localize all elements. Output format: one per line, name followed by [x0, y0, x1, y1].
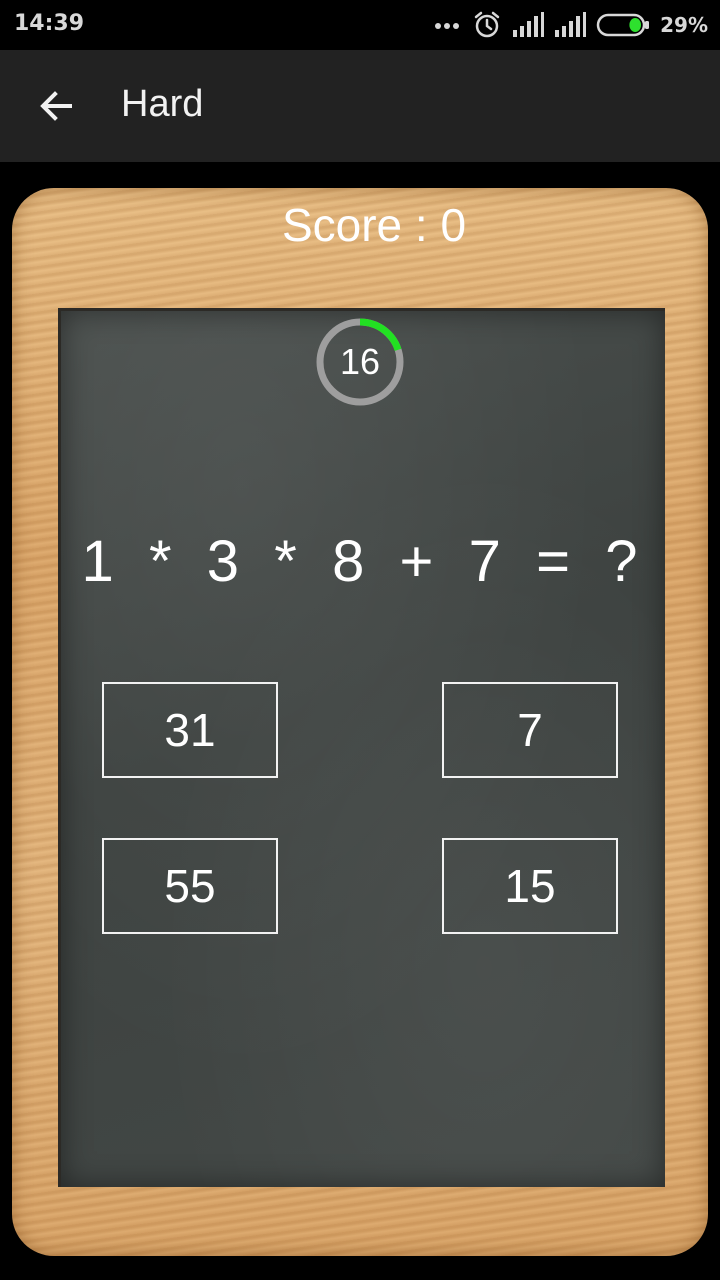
back-button[interactable] — [24, 74, 88, 138]
answer-button-4[interactable]: 15 — [442, 838, 618, 934]
countdown-timer: 16 — [314, 316, 406, 408]
more-dots-icon — [435, 23, 460, 29]
score-label: Score : 0 — [281, 199, 467, 251]
answer-button-3[interactable]: 55 — [102, 838, 278, 934]
answer-button-2[interactable]: 7 — [442, 682, 618, 778]
status-time: 14:39 — [14, 11, 85, 36]
status-bar: 14:39 29% — [0, 0, 720, 50]
arrow-left-icon — [40, 91, 72, 121]
page-title: Hard — [121, 83, 204, 125]
math-question: 1 * 3 * 8 + 7 = ? — [81, 529, 639, 594]
alarm-icon — [474, 11, 500, 38]
signal-icon — [513, 12, 545, 37]
status-icons: 29% — [434, 9, 708, 41]
battery-percent: 29% — [660, 13, 708, 37]
game-area: Score : 0 16 1 * 3 * 8 + 7 = ? 31 7 55 1… — [0, 162, 720, 1280]
battery-icon — [596, 13, 650, 37]
signal-icon — [555, 12, 587, 37]
timer-value: 16 — [339, 341, 381, 382]
answer-button-1[interactable]: 31 — [102, 682, 278, 778]
app-bar: Hard — [0, 50, 720, 162]
